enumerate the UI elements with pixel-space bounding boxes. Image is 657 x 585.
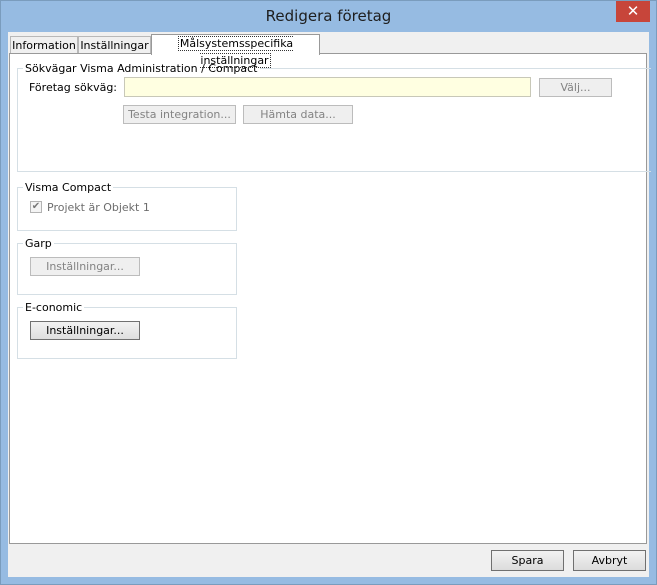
fetch-data-button[interactable]: Hämta data... <box>243 105 353 124</box>
projekt-objekt-label: Projekt är Objekt 1 <box>47 201 150 214</box>
dialog-window: Redigera företag ✕ Information Inställni… <box>0 0 657 585</box>
tab-panel: Sökvägar Visma Administration / Compact … <box>9 53 651 544</box>
garp-title: Garp <box>25 237 52 250</box>
tab-malsystem[interactable]: Målsystemsspecifika inställningar <box>151 34 320 68</box>
company-path-label: Företag sökväg: <box>29 81 118 94</box>
tab-information[interactable]: Information <box>10 36 78 53</box>
test-integration-button[interactable]: Testa integration... <box>123 105 236 124</box>
window-title: Redigera företag <box>265 7 392 25</box>
projekt-objekt-checkbox[interactable]: ✔ <box>30 201 42 213</box>
visma-compact-title: Visma Compact <box>25 181 112 194</box>
title-bar[interactable]: Redigera företag ✕ <box>1 1 656 32</box>
tab-installningar[interactable]: Inställningar <box>78 36 151 53</box>
save-button[interactable]: Spara <box>491 550 564 571</box>
economic-settings-button[interactable]: Inställningar... <box>30 321 140 340</box>
close-icon[interactable]: ✕ <box>616 1 650 22</box>
choose-button[interactable]: Välj... <box>539 78 612 97</box>
cancel-button[interactable]: Avbryt <box>573 550 646 571</box>
dialog-client-area: Information Inställningar Målsystemsspec… <box>8 32 651 577</box>
economic-title: E-conomic <box>25 301 83 314</box>
company-path-input[interactable] <box>124 77 531 97</box>
garp-settings-button[interactable]: Inställningar... <box>30 257 140 276</box>
